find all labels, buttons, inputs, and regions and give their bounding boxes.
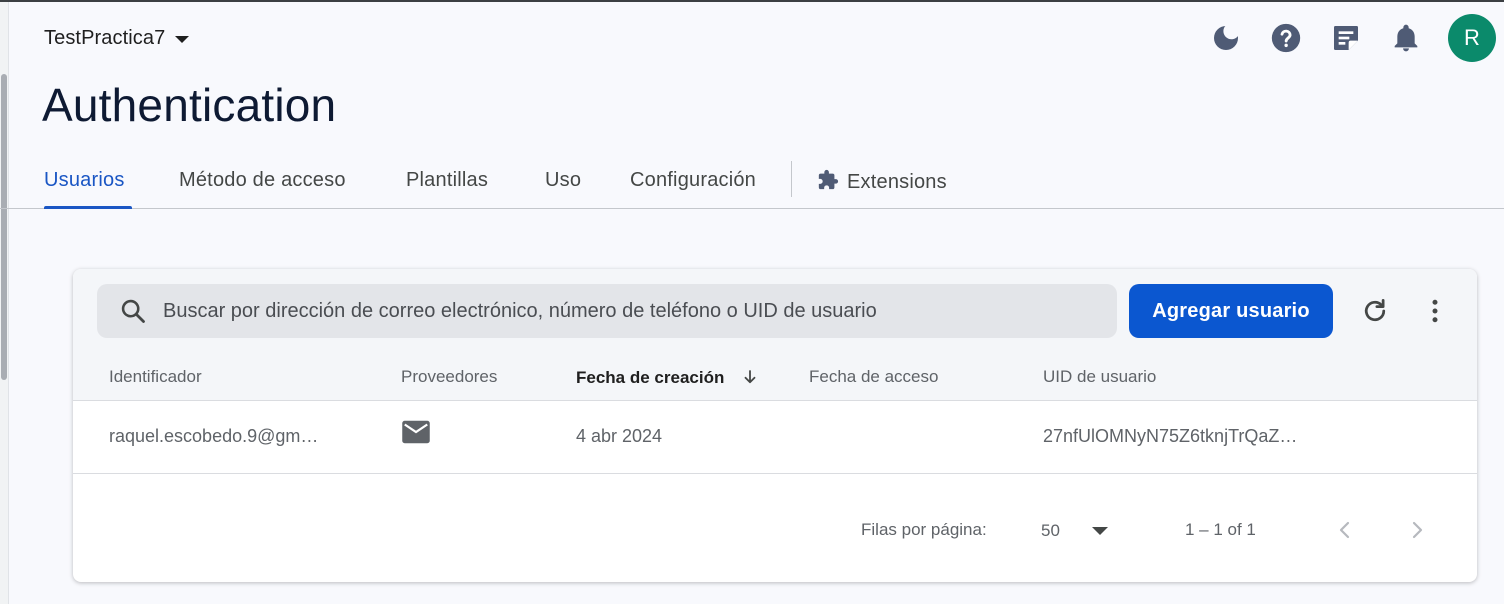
cell-identifier: raquel.escobedo.9@gm… [109,426,319,446]
cell-created: 4 abr 2024 [576,426,663,446]
dark-mode-button[interactable] [1206,18,1246,58]
column-header-proveedores[interactable]: Proveedores [401,367,497,387]
users-toolbar: Agregar usuario [73,269,1477,355]
active-tab-indicator [44,206,132,209]
pagination-footer: Filas por página: 50 1 – 1 of 1 [73,474,1477,582]
column-header-identificador[interactable]: Identificador [109,367,202,387]
cell-provider [401,419,431,450]
extension-icon [818,169,839,190]
scrollbar-thumb[interactable] [1,74,7,380]
more-vert-icon [1432,299,1438,323]
top-actions: R [1186,14,1496,62]
bell-icon [1394,24,1418,52]
table-row[interactable]: raquel.escobedo.9@gm… 4 abr 2024 27nfUlO… [73,401,1477,474]
previous-page-button[interactable] [1327,512,1363,548]
notifications-button[interactable] [1386,18,1426,58]
rows-per-page-label: Filas por página: [861,520,987,539]
help-icon [1271,23,1301,53]
more-options-button[interactable] [1415,291,1455,331]
tab-divider [791,161,792,197]
notes-icon [1334,26,1358,50]
refresh-icon [1364,299,1386,322]
search-input[interactable] [163,299,1103,323]
tab-bar: Usuarios Método de acceso Plantillas Uso… [0,155,1504,209]
refresh-button[interactable] [1355,291,1395,331]
column-header-fecha-creacion-label: Fecha de creación [576,368,725,387]
next-page-button[interactable] [1399,512,1435,548]
tab-configuracion[interactable]: Configuración [630,169,756,192]
email-icon [402,420,430,444]
tab-uso[interactable]: Uso [545,169,581,192]
table-header: Identificador Proveedores Fecha de creac… [73,355,1477,401]
moon-icon [1214,26,1238,50]
tab-usuarios[interactable]: Usuarios [44,169,125,192]
add-user-button[interactable]: Agregar usuario [1129,284,1333,338]
tab-plantillas[interactable]: Plantillas [406,169,488,192]
column-header-uid[interactable]: UID de usuario [1043,367,1156,387]
arrow-down-icon [744,370,756,384]
pagination-range: 1 – 1 of 1 [1185,520,1256,539]
project-switcher[interactable]: TestPractica7 [44,24,190,52]
release-notes-button[interactable] [1326,18,1366,58]
tab-metodo-de-acceso[interactable]: Método de acceso [179,169,346,192]
search-box[interactable] [97,284,1117,338]
project-name: TestPractica7 [44,26,166,49]
dropdown-arrow-icon [1091,527,1108,535]
window-top-border [0,0,1504,2]
left-scrollbar[interactable] [0,2,9,604]
avatar[interactable]: R [1448,14,1496,62]
column-header-fecha-creacion[interactable]: Fecha de creación [576,367,759,388]
users-card: Agregar usuario Identificador Proveedore… [73,269,1477,582]
tab-extensions[interactable]: Extensions [817,169,947,194]
page-title: Authentication [42,79,337,131]
column-header-fecha-acceso[interactable]: Fecha de acceso [809,367,938,387]
rows-per-page-select[interactable]: 50 [1041,516,1151,546]
chevron-left-icon [1339,521,1350,539]
chevron-right-icon [1412,521,1423,539]
cell-uid: 27nfUlOMNyN75Z6tknjTrQaZ… [1043,426,1298,446]
chevron-down-icon [175,35,190,43]
rows-per-page-value: 50 [1041,521,1060,540]
search-icon [121,299,145,323]
tab-extensions-label: Extensions [847,171,947,193]
help-button[interactable] [1266,18,1306,58]
